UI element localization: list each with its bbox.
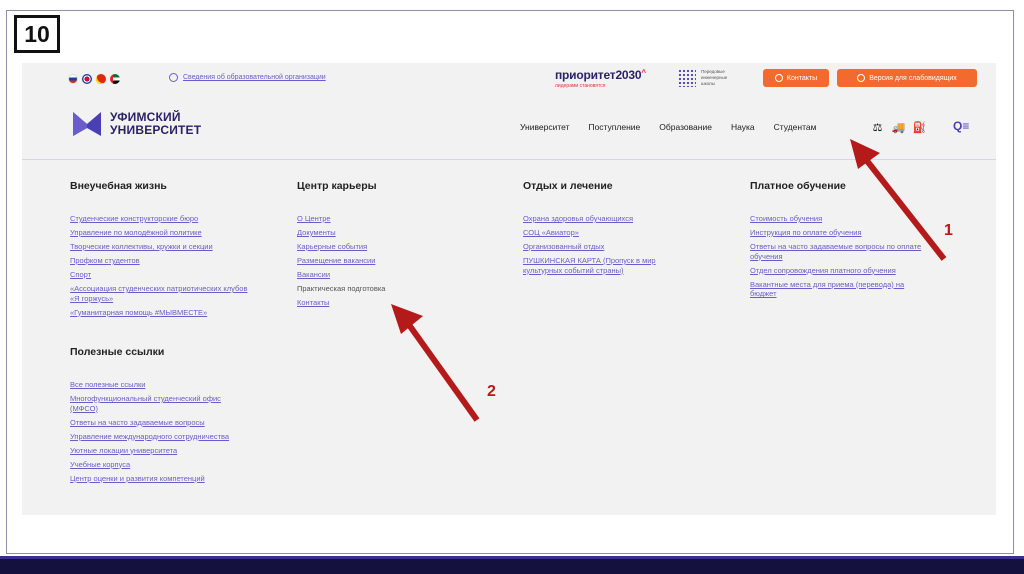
website-screenshot: Сведения об образовательной организации … — [22, 63, 996, 515]
menu-link[interactable]: Ответы на часто задаваемые вопросы — [70, 418, 240, 428]
menu-link[interactable]: Уютные локации университета — [70, 446, 240, 456]
uae-flag-icon[interactable] — [110, 74, 120, 84]
col-title: Центр карьеры — [297, 180, 377, 192]
col-links: Все полезные ссылки Многофункциональный … — [70, 380, 240, 483]
nav-science[interactable]: Наука — [731, 122, 755, 132]
menu-link[interactable]: Организованный отдых — [523, 242, 693, 252]
university-logo[interactable]: УФИМСКИЙ УНИВЕРСИТЕТ — [71, 108, 201, 140]
menu-link[interactable]: Карьерные события — [297, 242, 482, 252]
menu-link[interactable]: О Центре — [297, 214, 482, 224]
col-title: Отдых и лечение — [523, 180, 613, 192]
menu-link[interactable]: Размещение вакансии — [297, 256, 482, 266]
menu-link[interactable]: Спорт — [70, 270, 255, 280]
menu-col-leisure: Отдых и лечение Охрана здоровья обучающи… — [523, 180, 723, 280]
contacts-button-label: Контакты — [786, 74, 818, 82]
menu-link[interactable]: Отдел сопровождения платного обучения — [750, 266, 928, 276]
menu-link[interactable]: «Ассоциация студенческих патриотических … — [70, 284, 255, 303]
menu-link[interactable]: Студенческие конструкторские бюро — [70, 214, 255, 224]
menu-link[interactable]: Управление международного сотрудничества — [70, 432, 240, 442]
dots-grid-icon — [678, 69, 696, 87]
menu-link[interactable]: Творческие коллективы, кружки и секции — [70, 242, 255, 252]
menu-link-practical-training[interactable]: Практическая подготовка — [297, 284, 482, 294]
nav-students[interactable]: Студентам — [774, 122, 817, 132]
logo-text: УФИМСКИЙ УНИВЕРСИТЕТ — [110, 111, 201, 137]
annotation-arrow-2 — [391, 304, 480, 422]
slide-number: 10 — [14, 15, 60, 53]
info-icon — [169, 73, 178, 82]
truck-icon[interactable]: 🚚 — [891, 121, 906, 134]
fuel-icon[interactable]: ⛽ — [912, 121, 927, 134]
eye-icon — [857, 74, 866, 82]
menu-link[interactable]: СОЦ «Авиатор» — [523, 228, 693, 238]
main-nav: Университет Поступление Образование Наук… — [520, 122, 835, 132]
priority-2030-logo[interactable]: приоритет2030^ лидерами становятся — [555, 68, 646, 89]
col-links: Студенческие конструкторские бюро Управл… — [70, 214, 255, 317]
engineering-text: Передовые инженерные школы — [701, 69, 728, 86]
col-links: О Центре Документы Карьерные события Раз… — [297, 214, 482, 308]
col-links: Охрана здоровья обучающихся СОЦ «Авиатор… — [523, 214, 693, 275]
menu-link[interactable]: Профком студентов — [70, 256, 255, 266]
org-info-label: Сведения об образовательной организации — [183, 74, 326, 81]
phone-icon — [774, 74, 783, 82]
menu-col-useful-links: Полезные ссылки Все полезные ссылки Мног… — [70, 346, 270, 488]
menu-link[interactable]: Документы — [297, 228, 482, 238]
russia-flag-icon[interactable] — [68, 74, 78, 84]
annotation-label-1: 1 — [944, 222, 953, 239]
menu-link[interactable]: «Гуманитарная помощь #МЫВМЕСТЕ» — [70, 308, 255, 318]
bottom-bar-accent — [0, 556, 1024, 559]
menu-col-career: Центр карьеры О Центре Документы Карьерн… — [297, 180, 497, 312]
language-flags — [68, 74, 120, 84]
menu-link[interactable]: Все полезные ссылки — [70, 380, 240, 390]
low-vision-button-label: Версия для слабовидящих — [869, 74, 957, 82]
menu-link[interactable]: Охрана здоровья обучающихся — [523, 214, 693, 224]
menu-link[interactable]: Учебные корпуса — [70, 460, 240, 470]
menu-col-extracurricular: Внеучебная жизнь Студенческие конструкто… — [70, 180, 270, 322]
uk-flag-icon[interactable] — [82, 74, 92, 84]
top-strip: Сведения об образовательной организации … — [22, 63, 996, 95]
priority-title-text: приоритет2030 — [555, 68, 642, 82]
annotation-arrow-1 — [850, 139, 947, 261]
china-flag-icon[interactable] — [96, 74, 106, 84]
search-menu-icon[interactable]: Q≡ — [953, 119, 969, 133]
nav-admission[interactable]: Поступление — [588, 122, 640, 132]
nav-university[interactable]: Университет — [520, 122, 569, 132]
menu-link[interactable]: Центр оценки и развития компетенций — [70, 474, 240, 484]
org-info-link[interactable]: Сведения об образовательной организации — [169, 73, 326, 82]
annotation-label-2: 2 — [487, 383, 496, 400]
menu-link[interactable]: Многофункциональный студенческий офис (М… — [70, 394, 240, 413]
menu-link[interactable]: Вакантные места для приема (перевода) на… — [750, 280, 928, 299]
scales-icon[interactable]: ⚖ — [870, 121, 885, 134]
nav-icons: ⚖ 🚚 ⛽ — [870, 121, 927, 134]
logo-mark-icon — [73, 112, 101, 136]
logo-line-2: УНИВЕРСИТЕТ — [110, 123, 202, 137]
menu-link[interactable]: Вакансии — [297, 270, 482, 280]
slide-bottom-bar — [0, 556, 1024, 574]
low-vision-button[interactable]: Версия для слабовидящих — [837, 69, 977, 87]
priority-title: приоритет2030^ — [555, 68, 646, 82]
priority-superscript: ^ — [641, 68, 646, 77]
engineering-schools-logo[interactable]: Передовые инженерные школы — [678, 69, 741, 87]
menu-link[interactable]: ПУШКИНСКАЯ КАРТА (Пропуск в мир культурн… — [523, 256, 693, 275]
nav-education[interactable]: Образование — [659, 122, 712, 132]
priority-subtitle: лидерами становятся — [555, 83, 606, 89]
col-title: Внеучебная жизнь — [70, 180, 167, 192]
menu-link[interactable]: Управление по молодёжной политике — [70, 228, 255, 238]
col-title: Полезные ссылки — [70, 346, 165, 358]
contacts-button[interactable]: Контакты — [763, 69, 829, 87]
